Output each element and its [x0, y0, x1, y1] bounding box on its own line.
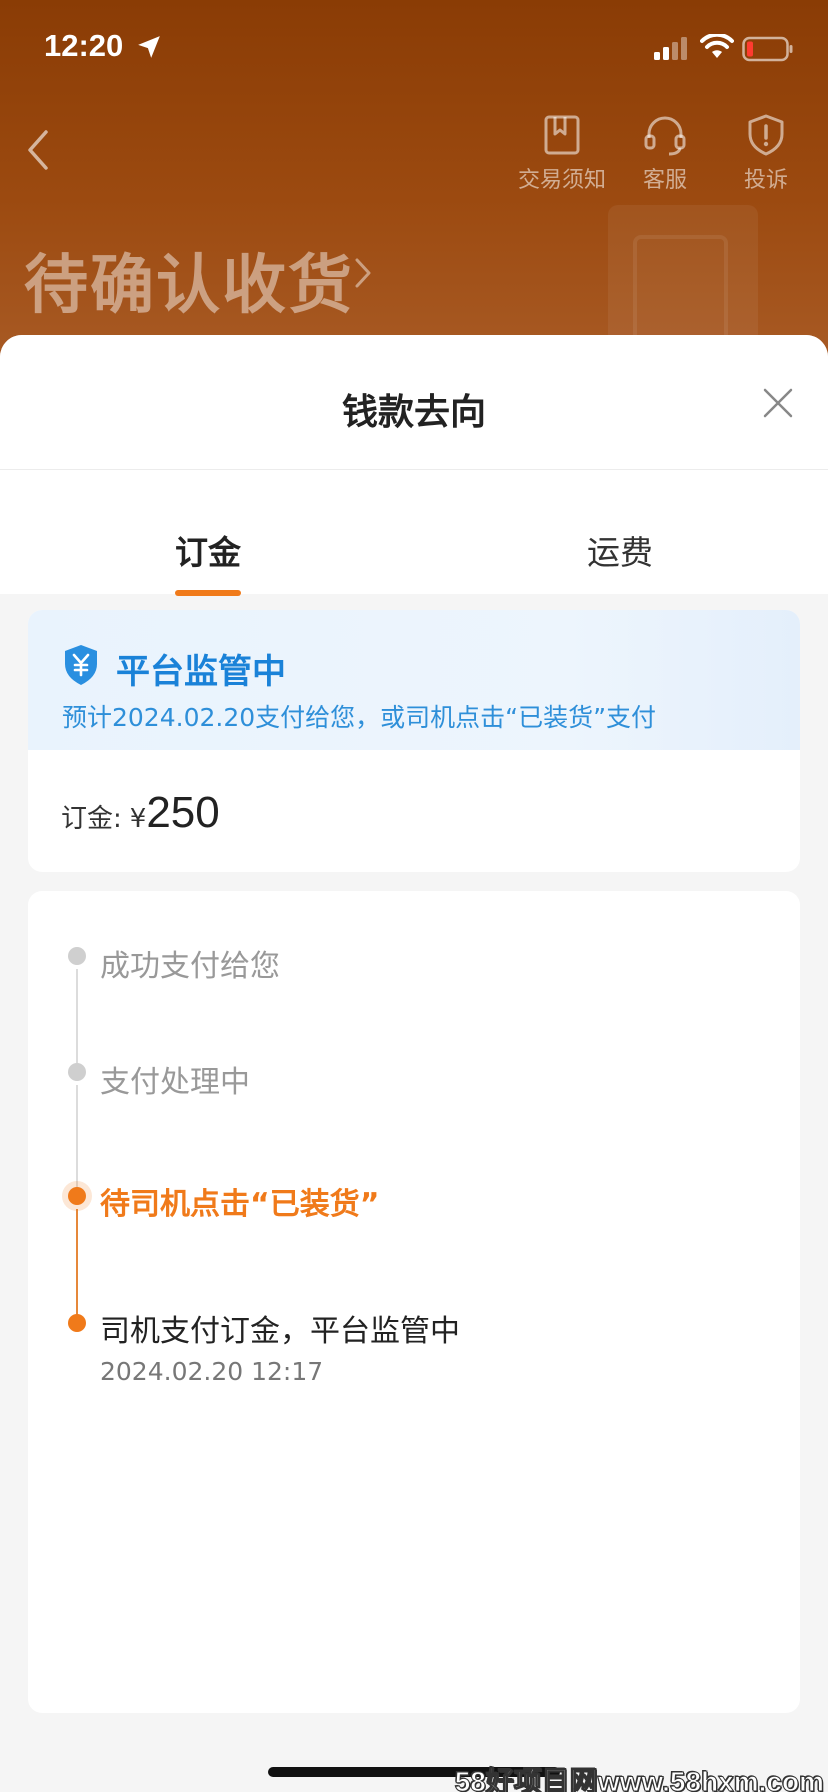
currency-symbol: ¥ — [129, 804, 147, 834]
headset-icon — [644, 116, 686, 156]
shield-alert-icon — [748, 114, 784, 156]
timeline-step-loading: 待司机点击“已装货” — [100, 1187, 380, 1222]
close-icon[interactable] — [760, 385, 796, 421]
status-time: 12:20 — [44, 28, 124, 63]
supervision-banner: 平台监管中 预计2024.02.20支付给您，或司机点击“已装货”支付 — [28, 610, 800, 750]
timeline-dot — [68, 1063, 86, 1081]
timeline-dot-current — [68, 1187, 86, 1205]
yuan-shield-icon — [65, 645, 97, 685]
money-flow-sheet: 钱款去向 订金 运费 平台监管中 预计2024.02.20支付给您，或司机点击“… — [0, 335, 828, 1792]
customer-service-label: 客服 — [642, 168, 687, 193]
active-tab-indicator — [175, 590, 241, 596]
header-background: 12:20 交易须知 客服 投诉 待确认收货 — [0, 0, 828, 360]
tab-bar: 订金 运费 — [0, 470, 828, 596]
timeline-step-processing: 支付处理中 — [100, 1065, 250, 1100]
chevron-right-icon — [355, 258, 371, 288]
cellular-signal-icon — [654, 37, 687, 60]
timeline-connector — [76, 969, 78, 1069]
wifi-icon — [700, 34, 734, 58]
complaint-button[interactable]: 投诉 — [716, 114, 816, 194]
timeline-dot — [68, 947, 86, 965]
timeline-step-paid: 成功支付给您 — [100, 949, 280, 984]
sheet-title: 钱款去向 — [341, 392, 486, 433]
book-icon — [544, 115, 580, 155]
timeline-connector — [76, 1085, 78, 1193]
trade-notice-label: 交易须知 — [517, 168, 606, 193]
location-arrow-icon — [138, 36, 160, 58]
timeline-dot-done — [68, 1314, 86, 1332]
deposit-amount-row: 订金: ¥250 — [61, 788, 220, 838]
tab-freight[interactable]: 运费 — [520, 526, 720, 574]
supervision-title: 平台监管中 — [116, 652, 286, 692]
timeline-timestamp: 2024.02.20 12:17 — [100, 1357, 324, 1386]
deposit-value: 250 — [146, 788, 220, 837]
watermark-text: 58好项目网www.58hxm.com — [454, 1766, 824, 1792]
sheet-header: 钱款去向 — [0, 335, 828, 470]
customer-service-button[interactable]: 客服 — [615, 114, 715, 194]
payment-timeline-card: 成功支付给您 支付处理中 待司机点击“已装货” 司机支付订金，平台监管中 202… — [28, 891, 800, 1713]
back-chevron-icon[interactable] — [22, 128, 56, 172]
complaint-label: 投诉 — [743, 168, 788, 193]
trade-notice-button[interactable]: 交易须知 — [512, 114, 612, 194]
timeline-connector-active — [76, 1209, 78, 1319]
battery-low-icon — [742, 36, 793, 62]
supervision-card: 平台监管中 预计2024.02.20支付给您，或司机点击“已装货”支付 订金: ¥… — [28, 610, 800, 872]
deposit-label: 订金: — [61, 804, 122, 834]
tab-deposit[interactable]: 订金 — [108, 526, 308, 574]
timeline-step-deposit: 司机支付订金，平台监管中 — [100, 1314, 460, 1349]
order-status-title[interactable]: 待确认收货 — [24, 234, 354, 326]
supervision-subtitle: 预计2024.02.20支付给您，或司机点击“已装货”支付 — [62, 703, 657, 732]
